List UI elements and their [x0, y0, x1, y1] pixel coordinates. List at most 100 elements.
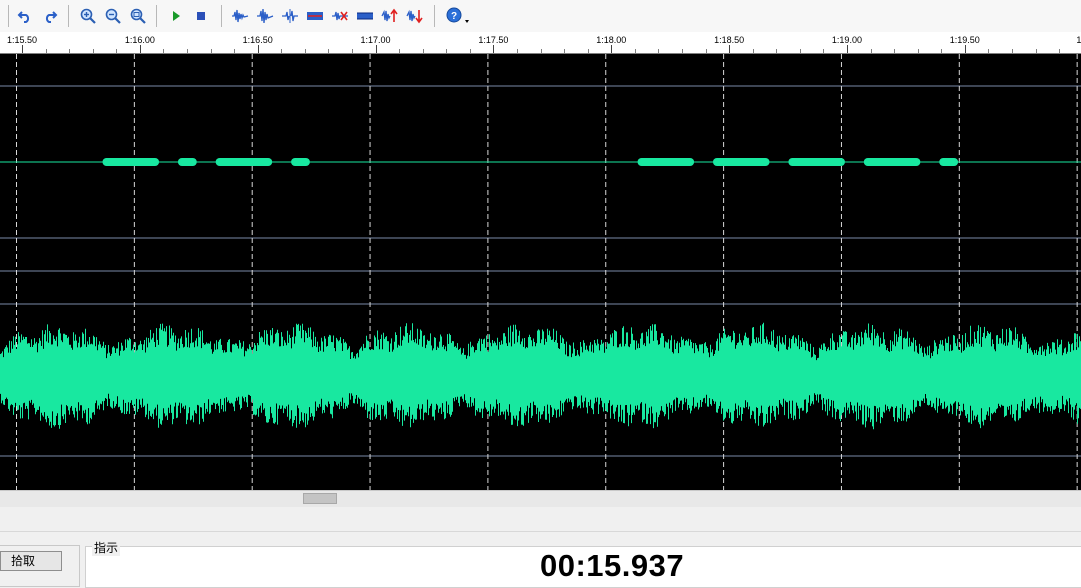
wave-tool-7-button[interactable]	[379, 5, 401, 27]
ruler-tick-label: 1:19.50	[949, 35, 980, 45]
voice-segment	[177, 158, 197, 166]
ruler-tick-minor	[351, 49, 353, 53]
ruler-tick-major	[257, 45, 259, 53]
voice-segment	[637, 158, 695, 166]
voice-segment	[788, 158, 845, 166]
waveform-icon	[232, 9, 249, 23]
ruler-tick-label: 1:16.00	[124, 35, 155, 45]
ruler-tick-minor	[776, 49, 778, 53]
waveform-delete-icon	[332, 11, 348, 21]
help-icon: ?	[446, 7, 469, 23]
voice-segment	[863, 158, 921, 166]
play-button[interactable]	[165, 5, 187, 27]
waveform-area[interactable]	[0, 54, 1081, 490]
horizontal-scrollbar[interactable]	[0, 490, 1081, 508]
ruler-tick-minor	[681, 49, 683, 53]
waveform-cut-icon	[307, 12, 323, 20]
ruler-tick-major	[139, 45, 141, 53]
voice-segment	[291, 158, 310, 166]
ruler-tick-minor	[658, 49, 660, 53]
wave-tool-4-button[interactable]	[304, 5, 326, 27]
toolbar-separator	[434, 5, 435, 27]
stop-icon	[197, 12, 205, 20]
ruler-tick-minor	[1035, 49, 1037, 53]
svg-text:?: ?	[451, 11, 457, 22]
ruler-tick-minor	[92, 49, 94, 53]
scrollbar-thumb[interactable]	[303, 493, 337, 504]
voice-segment	[215, 158, 273, 166]
ruler-tick-minor	[799, 49, 801, 53]
undo-button[interactable]	[14, 5, 36, 27]
redo-button[interactable]	[39, 5, 61, 27]
audio-waveform	[0, 322, 1081, 430]
ruler-tick-label: 1:19.00	[831, 35, 862, 45]
ruler-tick-minor	[564, 49, 566, 53]
zoom-in-button[interactable]	[77, 5, 99, 27]
ruler-tick-major	[375, 45, 377, 53]
ruler-tick-label: 1:2	[1076, 35, 1081, 45]
ruler-tick-major	[22, 45, 23, 53]
ruler-tick-minor	[304, 49, 306, 53]
waveform-up-icon	[381, 8, 398, 22]
voice-segment	[102, 158, 160, 166]
wave-tool-5-button[interactable]	[329, 5, 351, 27]
ruler-tick-minor	[469, 49, 471, 53]
ruler-tick-minor	[988, 49, 990, 53]
zoom-out-button[interactable]	[102, 5, 124, 27]
ruler-tick-major	[729, 45, 731, 53]
play-icon	[173, 11, 180, 21]
wave-tool-3-button[interactable]	[279, 5, 301, 27]
ruler-tick-minor	[186, 49, 188, 53]
ruler-tick-minor	[516, 49, 518, 53]
ruler-tick-minor	[823, 49, 825, 53]
ruler-tick-minor	[163, 49, 165, 53]
ruler-tick-major	[846, 45, 848, 53]
ruler-tick-minor	[941, 49, 943, 53]
ruler-tick-minor	[45, 49, 47, 53]
ruler-tick-minor	[446, 49, 448, 53]
zoom-out-icon	[105, 8, 121, 24]
help-button[interactable]: ?	[443, 5, 473, 27]
ruler-tick-minor	[328, 49, 330, 53]
wave-tool-8-button[interactable]	[404, 5, 426, 27]
voice-segment	[939, 158, 959, 166]
wave-tool-6-button[interactable]	[354, 5, 376, 27]
toolbar-separator	[8, 5, 9, 27]
ruler-tick-minor	[917, 49, 919, 53]
ruler-tick-label: 1:18.50	[714, 35, 745, 45]
ruler-tick-label: 1:15.50	[6, 35, 38, 45]
indicator-label: 指示	[92, 539, 121, 556]
voice-segment	[712, 158, 770, 166]
ruler-tick-minor	[540, 49, 542, 53]
ruler-tick-minor	[281, 49, 283, 53]
ruler-tick-minor	[234, 49, 236, 53]
toolbar-separator	[221, 5, 222, 27]
zoom-in-icon	[80, 8, 96, 24]
ruler-tick-major	[964, 45, 966, 53]
ruler-tick-minor	[69, 49, 71, 53]
pick-button[interactable]: 拾取	[0, 551, 62, 571]
undo-icon	[17, 11, 30, 23]
ruler-tick-major	[611, 45, 613, 53]
zoom-fit-button[interactable]	[127, 5, 149, 27]
zoom-fit-icon	[130, 8, 146, 24]
bottom-panel: 拾取 指示 00:15.937	[0, 531, 1081, 588]
time-ruler[interactable]: 1:15.50 1:16.00 1:16.50 1:17.00 1:17.50 1:18.…	[0, 32, 1081, 54]
ruler-tick-minor	[894, 49, 896, 53]
wave-tool-2-button[interactable]	[254, 5, 276, 27]
waveform-canvas[interactable]	[0, 54, 1081, 490]
stop-button[interactable]	[190, 5, 212, 27]
ruler-tick-major	[493, 45, 495, 53]
wave-tool-1-button[interactable]	[229, 5, 251, 27]
toolbar-separator	[156, 5, 157, 27]
waveform-split-icon	[282, 9, 298, 23]
ruler-tick-minor	[634, 49, 636, 53]
toolbar: ?	[0, 0, 1081, 33]
ruler-tick-minor	[752, 49, 754, 53]
ruler-tick-minor	[705, 49, 707, 53]
ruler-tick-label: 1:16.50	[242, 35, 273, 45]
panel-gap	[0, 507, 1081, 531]
ruler-tick-minor	[116, 49, 118, 53]
ruler-tick-minor	[399, 49, 401, 53]
redo-icon	[45, 11, 58, 23]
